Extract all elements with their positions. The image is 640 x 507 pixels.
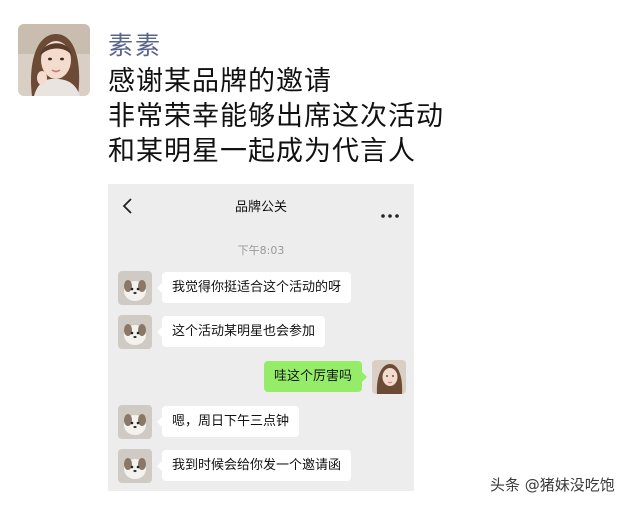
contact-avatar[interactable] [118,405,152,439]
poster-avatar[interactable] [18,24,90,96]
received-message[interactable]: 我到时候会给你发一个邀请函 [156,450,352,481]
contact-avatar[interactable] [118,315,152,349]
post-line: 和某明星一起成为代言人 [108,136,416,167]
more-dots-icon[interactable] [380,204,400,218]
chat-screenshot[interactable]: 品牌公关 下午8:03 我觉得你挺适合这个活动的呀 这个活动某明星也会参加 哇这… [108,184,414,491]
received-message[interactable]: 嗯，周日下午三点钟 [156,406,300,437]
chat-title: 品牌公关 [234,200,287,215]
contact-avatar[interactable] [118,449,152,483]
chat-header: 品牌公关 [108,184,414,228]
message-timestamp: 下午8:03 [237,244,285,257]
sent-message[interactable]: 哇这个厉害吗 [263,361,368,392]
poster-name[interactable]: 素素 [108,26,162,62]
post-text: 感谢某品牌的邀请 非常荣幸能够出席这次活动 和某明星一起成为代言人 [108,64,608,169]
self-avatar[interactable] [372,360,406,394]
contact-avatar[interactable] [118,271,152,305]
post-line: 非常荣幸能够出席这次活动 [108,101,444,132]
received-message[interactable]: 这个活动某明星也会参加 [156,316,326,347]
received-message[interactable]: 我觉得你挺适合这个活动的呀 [156,272,352,303]
post-line: 感谢某品牌的邀请 [108,66,332,97]
watermark: 头条 @猪妹没吃饱 [490,476,615,494]
